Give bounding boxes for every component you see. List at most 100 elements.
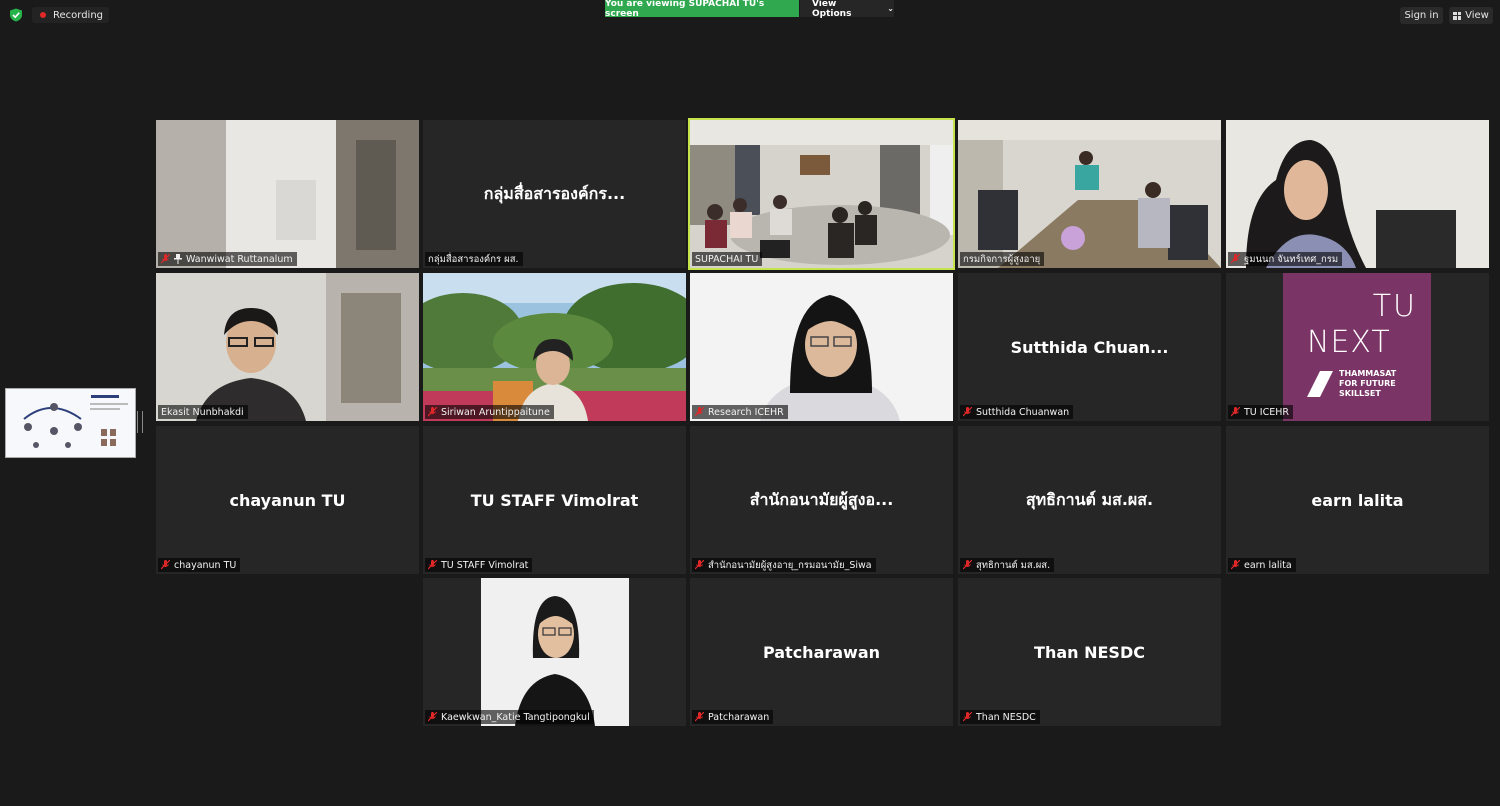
- participant-tile[interactable]: กรมกิจการผู้สูงอายุ: [958, 120, 1221, 268]
- logo-tag1: THAMMASAT: [1339, 369, 1397, 378]
- grid-view-icon: [1453, 11, 1462, 20]
- participant-display-name: Patcharawan: [762, 642, 881, 662]
- participant-display-name: earn lalita: [1311, 490, 1404, 510]
- participant-tile[interactable]: earn lalita earn lalita: [1226, 426, 1489, 574]
- shared-slide-preview: [6, 389, 135, 457]
- participant-name-tag: Than NESDC: [960, 710, 1040, 724]
- participant-name-tag: TU ICEHR: [1228, 405, 1293, 419]
- participant-name: Sutthida Chuanwan: [976, 406, 1070, 418]
- muted-mic-icon: [695, 712, 704, 722]
- active-speaker-tile[interactable]: SUPACHAI TU: [688, 118, 955, 270]
- participant-tile[interactable]: ฐมนนก จันทร์เทศ_กรม: [1226, 120, 1489, 268]
- view-layout-button[interactable]: View: [1449, 7, 1493, 24]
- participant-video: [423, 578, 686, 726]
- participant-name: Ekasit Nunbhakdi: [161, 406, 244, 418]
- participant-name: สุทธิกานต์ มส.ผส.: [976, 559, 1051, 571]
- muted-mic-icon: [161, 254, 170, 264]
- participant-tile[interactable]: Kaewkwan_Katie Tangtipongkul: [423, 578, 686, 726]
- participant-name: Research ICEHR: [708, 406, 784, 418]
- participant-name-tag: SUPACHAI TU: [692, 252, 763, 266]
- participant-name: TU ICEHR: [1244, 406, 1289, 418]
- security-shield-icon[interactable]: [9, 8, 23, 22]
- muted-mic-icon: [1231, 407, 1240, 417]
- participant-display-name: สำนักอนามัยผู้สูงอ...: [749, 489, 894, 509]
- participant-video: [1226, 120, 1489, 268]
- participant-video: [690, 120, 953, 268]
- chevron-down-icon: ⌄: [887, 4, 894, 13]
- participant-name-tag: Sutthida Chuanwan: [960, 405, 1074, 419]
- participant-tile[interactable]: Wanwiwat Ruttanalum: [156, 120, 419, 268]
- participant-tile[interactable]: สุทธิกานต์ มส.ผส. สุทธิกานต์ มส.ผส.: [958, 426, 1221, 574]
- recording-dot-icon: [40, 12, 46, 18]
- participant-display-name: TU STAFF Vimolrat: [470, 490, 639, 510]
- logo-line1: TU: [1372, 289, 1417, 324]
- participant-tile[interactable]: Patcharawan Patcharawan: [690, 578, 953, 726]
- muted-mic-icon: [695, 407, 704, 417]
- participant-display-name: กลุ่มสื่อสารองค์กร...: [483, 183, 626, 203]
- participant-name-tag: chayanun TU: [158, 558, 241, 572]
- participant-name-tag: earn lalita: [1228, 558, 1296, 572]
- viewing-screen-banner: You are viewing SUPACHAI TU's screen: [605, 0, 799, 19]
- thumbnail-resize-handle[interactable]: [137, 411, 143, 433]
- participant-name-tag: Wanwiwat Ruttanalum: [158, 252, 297, 266]
- pin-icon: [174, 254, 182, 264]
- participant-tile[interactable]: Sutthida Chuan... Sutthida Chuanwan: [958, 273, 1221, 421]
- participant-name-tag: สำนักอนามัยผู้สูงอายุ_กรมอนามัย_Siwa: [692, 558, 876, 572]
- participant-tile[interactable]: TU NEXT THAMMASAT FOR FUTURE SKILLSET TU…: [1226, 273, 1489, 421]
- participant-name-tag: กลุ่มสื่อสารองค์กร ผส.: [425, 252, 523, 266]
- participant-tile[interactable]: Than NESDC Than NESDC: [958, 578, 1221, 726]
- participant-tile[interactable]: TU STAFF Vimolrat TU STAFF Vimolrat: [423, 426, 686, 574]
- participant-name: Than NESDC: [976, 711, 1036, 723]
- tu-next-logo: TU NEXT THAMMASAT FOR FUTURE SKILLSET: [1283, 273, 1431, 421]
- participant-video: [690, 273, 953, 421]
- recording-label: Recording: [53, 9, 104, 21]
- participant-video: [156, 120, 419, 268]
- participant-name: Wanwiwat Ruttanalum: [186, 253, 293, 265]
- shared-screen-thumbnail[interactable]: [5, 388, 136, 458]
- participant-name: กลุ่มสื่อสารองค์กร ผส.: [428, 253, 519, 265]
- participant-name-tag: TU STAFF Vimolrat: [425, 558, 533, 572]
- participant-tile[interactable]: กลุ่มสื่อสารองค์กร... กลุ่มสื่อสารองค์กร…: [423, 120, 686, 268]
- participant-display-name: Sutthida Chuan...: [1010, 337, 1169, 357]
- view-label: View: [1465, 10, 1489, 21]
- logo-mark-icon: [1307, 371, 1333, 397]
- participant-name: Siriwan Aruntippaitune: [441, 406, 550, 418]
- participant-display-name: chayanun TU: [229, 490, 346, 510]
- participant-display-name: สุทธิกานต์ มส.ผส.: [1025, 489, 1154, 509]
- participant-name: กรมกิจการผู้สูงอายุ: [963, 253, 1041, 265]
- muted-mic-icon: [963, 560, 972, 570]
- logo-tag2: FOR FUTURE: [1339, 379, 1396, 388]
- participant-name-tag: ฐมนนก จันทร์เทศ_กรม: [1228, 252, 1343, 266]
- participant-name: TU STAFF Vimolrat: [441, 559, 529, 571]
- participant-video: [156, 273, 419, 421]
- participant-name-tag: สุทธิกานต์ มส.ผส.: [960, 558, 1055, 572]
- participant-video: [958, 120, 1221, 268]
- recording-indicator[interactable]: Recording: [32, 7, 110, 23]
- sign-in-button[interactable]: Sign in: [1400, 7, 1443, 24]
- view-options-label: View Options: [812, 0, 852, 19]
- muted-mic-icon: [428, 560, 437, 570]
- participant-display-name: Than NESDC: [1034, 642, 1145, 662]
- muted-mic-icon: [695, 560, 704, 570]
- participant-tile[interactable]: สำนักอนามัยผู้สูงอ... สำนักอนามัยผู้สูงอ…: [690, 426, 953, 574]
- participant-tile[interactable]: Siriwan Aruntippaitune: [423, 273, 686, 421]
- participant-tile[interactable]: Research ICEHR: [690, 273, 953, 421]
- participant-name: ฐมนนก จันทร์เทศ_กรม: [1244, 253, 1339, 265]
- participant-name: Kaewkwan_Katie Tangtipongkul: [441, 711, 590, 723]
- participant-name-tag: Ekasit Nunbhakdi: [158, 405, 248, 419]
- logo-line2: NEXT: [1307, 325, 1391, 360]
- view-options-button[interactable]: View Options ⌄: [800, 0, 894, 19]
- muted-mic-icon: [1231, 560, 1240, 570]
- participant-name: สำนักอนามัยผู้สูงอายุ_กรมอนามัย_Siwa: [708, 559, 872, 571]
- participant-name-tag: กรมกิจการผู้สูงอายุ: [960, 252, 1045, 266]
- participant-name: chayanun TU: [174, 559, 237, 571]
- muted-mic-icon: [428, 407, 437, 417]
- muted-mic-icon: [161, 560, 170, 570]
- participant-name: SUPACHAI TU: [695, 253, 759, 265]
- participant-tile[interactable]: Ekasit Nunbhakdi: [156, 273, 419, 421]
- logo-tag3: SKILLSET: [1339, 389, 1381, 398]
- participant-name-tag: Research ICEHR: [692, 405, 788, 419]
- participant-name-tag: Kaewkwan_Katie Tangtipongkul: [425, 710, 594, 724]
- participant-name: earn lalita: [1244, 559, 1292, 571]
- participant-tile[interactable]: chayanun TU chayanun TU: [156, 426, 419, 574]
